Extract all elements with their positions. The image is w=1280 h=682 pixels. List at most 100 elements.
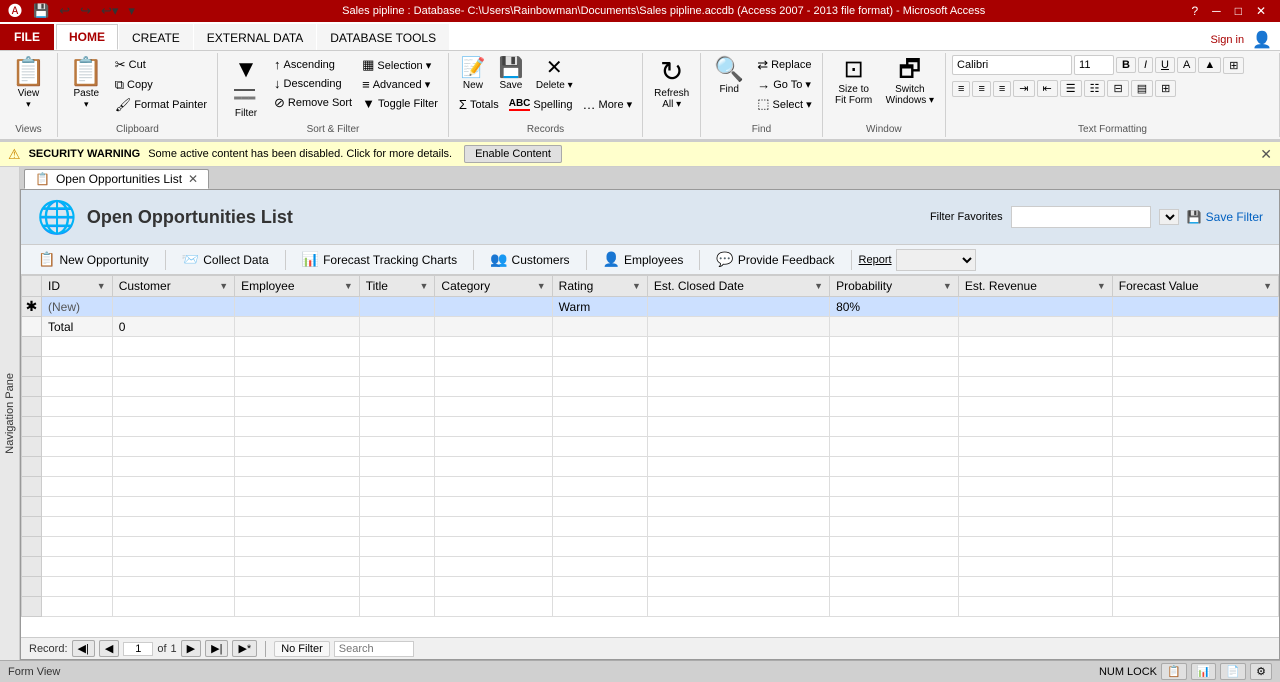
font-name-input[interactable] xyxy=(952,55,1072,75)
cut-button[interactable]: ✂ Cut xyxy=(111,55,211,75)
save-filter-link[interactable]: 💾 Save Filter xyxy=(1187,210,1263,224)
col-header-est-closed-date[interactable]: Est. Closed Date ▼ xyxy=(647,276,829,297)
spelling-button[interactable]: ABC Spelling xyxy=(505,95,577,114)
employees-button[interactable]: 👤 Employees xyxy=(594,248,693,271)
col-header-customer[interactable]: Customer ▼ xyxy=(112,276,234,297)
italic-btn[interactable]: I xyxy=(1138,57,1153,73)
new-row-id[interactable]: (New) xyxy=(42,297,113,317)
totals-button[interactable]: Σ Totals xyxy=(455,95,503,114)
qat-save[interactable]: 💾 xyxy=(30,2,52,20)
report-combo[interactable] xyxy=(896,249,976,271)
new-row-rating[interactable]: Warm xyxy=(552,297,647,317)
outdent-btn[interactable]: ⇤ xyxy=(1037,80,1058,97)
expand-btn[interactable]: ⊞ xyxy=(1155,80,1176,97)
record-current-input[interactable] xyxy=(123,642,153,656)
navigation-pane[interactable]: Navigation Pane xyxy=(0,167,20,660)
select-button[interactable]: ⬚ Select ▾ xyxy=(753,94,815,114)
tab-home[interactable]: HOME xyxy=(56,24,118,50)
view-form-btn[interactable]: 📋 xyxy=(1161,663,1187,680)
ascending-button[interactable]: ↑ Ascending xyxy=(270,55,356,74)
col-header-forecast-value[interactable]: Forecast Value ▼ xyxy=(1112,276,1278,297)
record-next-btn[interactable]: ▶ xyxy=(181,640,201,657)
doc-tab-close-btn[interactable]: ✕ xyxy=(188,172,198,186)
qat-redo[interactable]: ↪ xyxy=(77,2,94,20)
qat-undo2[interactable]: ↩▾ xyxy=(98,2,121,20)
new-row-est-closed-date[interactable] xyxy=(647,297,829,317)
customers-button[interactable]: 👥 Customers xyxy=(481,248,578,271)
col-header-employee[interactable]: Employee ▼ xyxy=(235,276,360,297)
size-to-fit-button[interactable]: ⊡ Size toFit Form xyxy=(829,55,879,109)
minimize-btn[interactable]: ─ xyxy=(1206,3,1227,19)
view-button[interactable]: 📋 View ▾ xyxy=(6,55,51,113)
list-btn1[interactable]: ☰ xyxy=(1060,80,1082,97)
new-row-customer[interactable] xyxy=(112,297,234,317)
tab-file[interactable]: FILE xyxy=(0,24,54,50)
collect-data-button[interactable]: 📨 Collect Data xyxy=(173,248,278,271)
toggle-filter-button[interactable]: ▼ Toggle Filter xyxy=(358,94,442,113)
filter-button[interactable]: ▼═══ Filter xyxy=(224,55,268,122)
align-center-btn[interactable]: ≡ xyxy=(972,81,990,97)
col-header-est-revenue[interactable]: Est. Revenue ▼ xyxy=(958,276,1112,297)
filter-favorites-input[interactable] xyxy=(1011,206,1151,228)
highlight-btn[interactable]: ▲ xyxy=(1198,57,1221,73)
indent-btn[interactable]: ⇥ xyxy=(1013,80,1034,97)
record-new-btn[interactable]: ▶* xyxy=(232,640,257,657)
remove-sort-button[interactable]: ⊘ Remove Sort xyxy=(270,93,356,113)
new-row-category[interactable] xyxy=(435,297,552,317)
col-header-title[interactable]: Title ▼ xyxy=(359,276,435,297)
security-close-button[interactable]: ✕ xyxy=(1260,146,1272,163)
view-layout-btn[interactable]: 📄 xyxy=(1220,663,1246,680)
advanced-button[interactable]: ≡ Advanced ▾ xyxy=(358,75,442,94)
no-filter-btn[interactable]: No Filter xyxy=(274,641,330,657)
replace-button[interactable]: ⇄ Replace xyxy=(753,55,815,75)
sign-in-link[interactable]: Sign in xyxy=(1210,34,1244,46)
list-btn2[interactable]: ☷ xyxy=(1084,80,1106,97)
bold-btn[interactable]: B xyxy=(1116,57,1136,73)
find-button[interactable]: 🔍 Find xyxy=(707,55,751,98)
align-right-btn[interactable]: ≡ xyxy=(993,81,1011,97)
record-first-btn[interactable]: ◀| xyxy=(72,640,95,657)
descending-button[interactable]: ↓ Descending xyxy=(270,74,356,93)
refresh-button[interactable]: ↻ RefreshAll ▾ xyxy=(649,55,694,113)
col-header-category[interactable]: Category ▼ xyxy=(435,276,552,297)
record-prev-btn[interactable]: ◀ xyxy=(99,640,119,657)
filter-favorites-dropdown[interactable] xyxy=(1159,209,1179,225)
col-header-probability[interactable]: Probability ▼ xyxy=(830,276,959,297)
paste-button[interactable]: 📋 Paste ▾ xyxy=(64,55,109,113)
underline-btn[interactable]: U xyxy=(1155,57,1175,73)
col-btn[interactable]: ▤ xyxy=(1131,80,1153,97)
new-row-title[interactable] xyxy=(359,297,435,317)
maximize-btn[interactable]: □ xyxy=(1229,3,1248,19)
view-settings-btn[interactable]: ⚙ xyxy=(1250,663,1272,680)
delete-button[interactable]: ✕ Delete ▾ xyxy=(531,55,578,94)
close-btn[interactable]: ✕ xyxy=(1250,3,1272,19)
new-row-probability[interactable]: 80% xyxy=(830,297,959,317)
help-btn[interactable]: ? xyxy=(1185,3,1204,19)
more-button[interactable]: … More ▾ xyxy=(579,95,637,114)
enable-content-button[interactable]: Enable Content xyxy=(464,145,562,163)
selection-button[interactable]: ▦ Selection ▾ xyxy=(358,55,442,75)
view-datasheet-btn[interactable]: 📊 xyxy=(1191,663,1217,680)
align-left-btn[interactable]: ≡ xyxy=(952,81,970,97)
new-row-forecast-value[interactable] xyxy=(1112,297,1278,317)
goto-button[interactable]: → Go To ▾ xyxy=(753,75,815,94)
format-painter-button[interactable]: 🖌 Format Painter xyxy=(111,95,211,115)
qat-customize[interactable]: ▾ xyxy=(125,2,138,20)
font-size-input[interactable] xyxy=(1074,55,1114,75)
provide-feedback-button[interactable]: 💬 Provide Feedback xyxy=(707,248,843,271)
qat-undo[interactable]: ↩ xyxy=(56,2,73,20)
tab-external-data[interactable]: EXTERNAL DATA xyxy=(194,24,316,50)
search-input[interactable] xyxy=(334,641,414,657)
tab-create[interactable]: CREATE xyxy=(119,24,193,50)
record-last-btn[interactable]: ▶| xyxy=(205,640,228,657)
copy-button[interactable]: ⧉ Copy xyxy=(111,75,211,95)
doc-tab-open-opportunities[interactable]: 📋 Open Opportunities List ✕ xyxy=(24,169,209,189)
switch-windows-button[interactable]: 🗗 SwitchWindows ▾ xyxy=(881,55,939,109)
new-opportunity-button[interactable]: 📋 New Opportunity xyxy=(29,248,158,271)
new-row-employee[interactable] xyxy=(235,297,360,317)
font-color-btn[interactable]: A xyxy=(1177,57,1196,73)
tab-database-tools[interactable]: DATABASE TOOLS xyxy=(317,24,449,50)
col-header-rating[interactable]: Rating ▼ xyxy=(552,276,647,297)
forecast-charts-button[interactable]: 📊 Forecast Tracking Charts xyxy=(293,248,466,271)
col-header-id[interactable]: ID ▼ xyxy=(42,276,113,297)
